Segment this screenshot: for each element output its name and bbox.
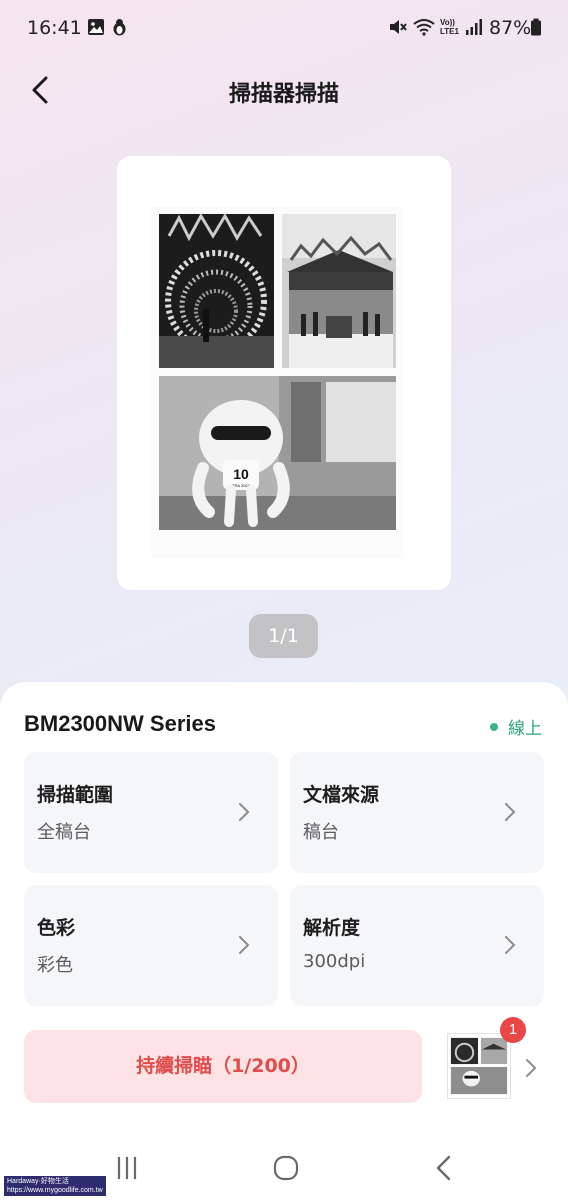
- setting-value: 彩色: [37, 955, 73, 976]
- watermark-line2: https://www.mygoodlife.com.tw: [7, 1187, 103, 1194]
- volte-bottom: LTE1: [440, 27, 459, 36]
- page-title: 掃描器掃描: [228, 82, 339, 107]
- penguin-icon: [113, 19, 126, 36]
- battery-icon: [531, 18, 541, 36]
- device-name: BM2300NW Series: [24, 711, 216, 736]
- clock: 16:41: [27, 17, 82, 39]
- setting-value: 全稿台: [37, 822, 91, 843]
- scan-area-setting[interactable]: 掃描範圍 全稿台: [24, 752, 278, 873]
- page-indicator: 1/1: [249, 614, 318, 658]
- watermark-line1: Hardaway·好物生活: [7, 1178, 69, 1185]
- battery-percentage: 87%: [489, 17, 532, 39]
- signal-icon: [466, 19, 482, 35]
- photo-temple: [282, 214, 396, 368]
- mascot-badge-number: 10: [233, 466, 249, 482]
- setting-label: 色彩: [37, 917, 76, 939]
- document-source-setting[interactable]: 文檔來源 稿台: [290, 752, 544, 873]
- volte-top: Vo)): [440, 18, 455, 27]
- resolution-setting[interactable]: 解析度 300dpi: [290, 885, 544, 1006]
- image-icon: [88, 19, 104, 35]
- back-nav-icon[interactable]: [432, 1154, 456, 1182]
- setting-label: 解析度: [303, 917, 361, 939]
- device-status: 線上: [490, 714, 542, 739]
- color-setting[interactable]: 色彩 彩色: [24, 885, 278, 1006]
- scanned-page-image: 10 TRA 2024: [151, 206, 403, 558]
- scan-preview-card[interactable]: 10 TRA 2024: [117, 156, 451, 590]
- setting-value: 300dpi: [303, 951, 366, 972]
- chevron-right-icon: [239, 936, 250, 954]
- continuous-scan-button[interactable]: 持續掃瞄（1/200）: [24, 1030, 422, 1103]
- mute-icon: [390, 20, 407, 34]
- setting-label: 文檔來源: [303, 784, 380, 806]
- scanner-settings-panel: BM2300NW Series 線上 掃描範圍 全稿台 文檔來源 稿台 色彩 彩…: [0, 682, 568, 1200]
- status-bar: 16:41 Vo)) LTE1 87%: [0, 0, 568, 58]
- chevron-right-icon: [239, 803, 250, 821]
- scanned-pages-thumbnail[interactable]: [447, 1033, 511, 1099]
- chevron-right-icon[interactable]: [525, 1058, 537, 1078]
- volte-icon: Vo)) LTE1: [440, 18, 462, 36]
- photo-light-tunnel: [159, 212, 274, 368]
- chevron-right-icon: [505, 803, 516, 821]
- wifi-icon: [413, 19, 435, 36]
- setting-label: 掃描範圍: [37, 784, 114, 806]
- photo-train-mascot: 10 TRA 2024: [159, 376, 396, 530]
- setting-value: 稿台: [303, 822, 339, 843]
- chevron-right-icon: [505, 936, 516, 954]
- device-status-label: 線上: [508, 719, 542, 739]
- home-icon[interactable]: [272, 1154, 300, 1182]
- online-status-dot: [490, 722, 498, 731]
- scan-count-badge: 1: [500, 1017, 526, 1043]
- watermark: Hardaway·好物生活 https://www.mygoodlife.com…: [4, 1176, 106, 1196]
- recent-apps-icon[interactable]: [115, 1154, 139, 1182]
